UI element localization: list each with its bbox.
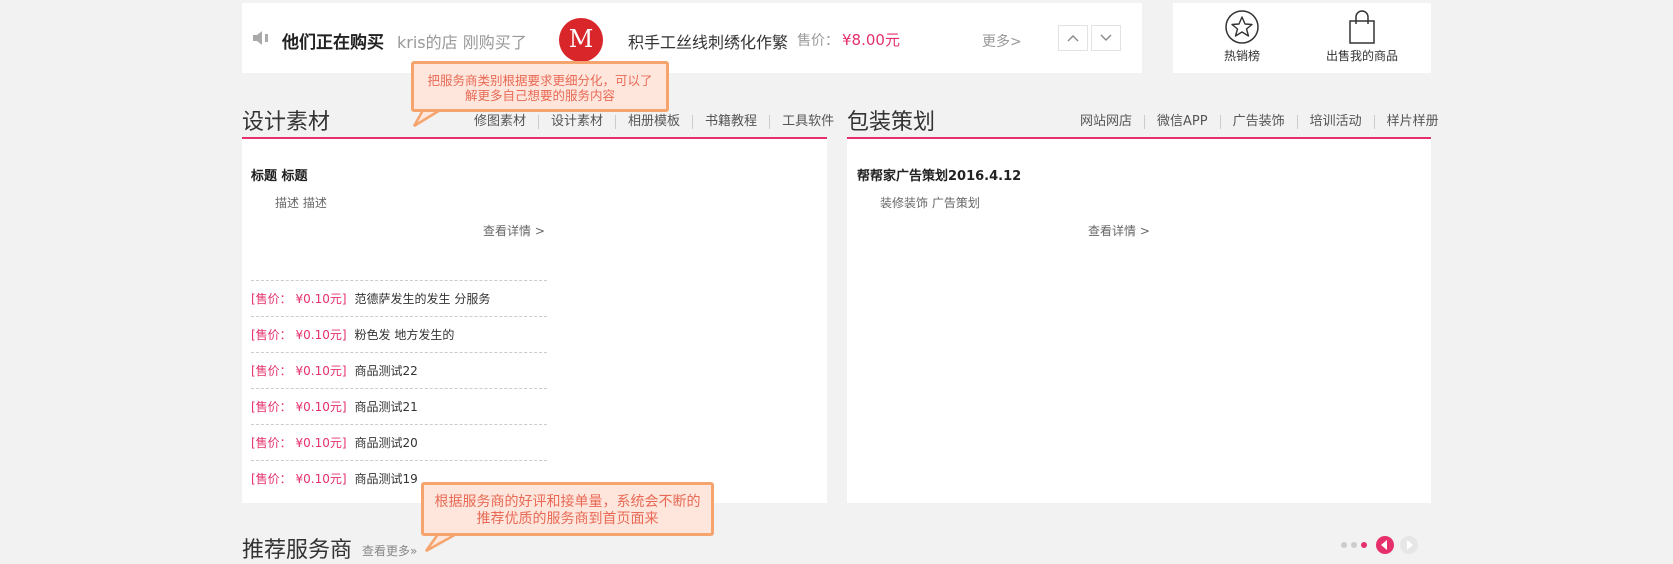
sell-my-goods-link[interactable]: 出售我的商品 <box>1317 9 1407 64</box>
item-name[interactable]: 商品测试19 <box>355 470 418 487</box>
recommend-section-title: 推荐服务商 <box>242 538 353 563</box>
item-price: [售价： ¥0.10元] <box>251 364 347 378</box>
ticker-price-label: 售价： <box>797 33 839 49</box>
chevron-down-icon <box>1100 34 1112 41</box>
list-item[interactable]: [售价： ¥0.10元] 商品测试21 <box>251 388 547 424</box>
packaging-section-title: 包装策划 <box>847 110 936 135</box>
ticker-prev-button[interactable] <box>1058 25 1088 51</box>
design-product-list: [售价： ¥0.10元] 范德萨发生的发生 分服务 [售价： ¥0.10元] 粉色发… <box>251 280 547 496</box>
shop-logo[interactable]: M <box>559 18 603 62</box>
carousel-controls <box>1341 535 1419 555</box>
item-name[interactable]: 范德萨发生的发生 分服务 <box>355 290 491 307</box>
tab-wechat-app[interactable]: 微信APP <box>1144 115 1220 129</box>
tab-ad-decoration[interactable]: 广告装饰 <box>1219 115 1297 129</box>
star-icon <box>1225 10 1259 44</box>
chevron-up-icon <box>1067 35 1079 42</box>
recommend-more-link[interactable]: 查看更多» <box>362 542 417 559</box>
carousel-prev-icon[interactable] <box>1375 535 1395 555</box>
quick-links: 热销榜 出售我的商品 <box>1173 3 1431 73</box>
purchase-ticker: 他们正在购买 kris的店 刚购买了 M 积手工丝线刺绣化作繁 售价： ¥8.0… <box>242 3 1142 73</box>
list-item[interactable]: [售价： ¥0.10元] 范德萨发生的发生 分服务 <box>251 280 547 316</box>
shopping-bag-icon <box>1349 10 1375 44</box>
design-post-title[interactable]: 标题 标题 <box>251 165 308 184</box>
item-price: [售价： ¥0.10元] <box>251 472 347 486</box>
design-post-desc: 描述 描述 <box>275 196 327 210</box>
tab-book-tutorial[interactable]: 书籍教程 <box>692 115 769 129</box>
list-item[interactable]: [售价： ¥0.10元] 粉色发 地方发生的 <box>251 316 547 352</box>
ticker-more-link[interactable]: 更多> <box>982 31 1022 51</box>
tab-sample-brochure[interactable]: 样片样册 <box>1373 115 1451 129</box>
carousel-dot[interactable] <box>1341 542 1347 548</box>
category-tip-callout: 把服务商类别根据要求更细分化，可以了解更多自己想要的服务内容 <box>411 61 669 112</box>
tab-photo-retouch[interactable]: 修图素材 <box>462 115 538 129</box>
packaging-post-desc: 装修装饰 广告策划 <box>880 196 980 210</box>
ticker-price: ¥8.00元 <box>842 31 900 49</box>
sell-my-goods-label: 出售我的商品 <box>1325 49 1398 63</box>
tab-design-material[interactable]: 设计素材 <box>538 115 615 129</box>
item-name[interactable]: 商品测试22 <box>355 362 418 379</box>
carousel-dot[interactable] <box>1351 542 1357 548</box>
packaging-post-title[interactable]: 帮帮家广告策划2016.4.12 <box>857 165 1021 184</box>
list-item[interactable]: [售价： ¥0.10元] 商品测试22 <box>251 352 547 388</box>
recommend-tip-callout: 根据服务商的好评和接单量，系统会不断的推荐优质的服务商到首页面来 <box>421 482 714 536</box>
tab-album-template[interactable]: 相册模板 <box>615 115 692 129</box>
ticker-buyer[interactable]: kris的店 刚购买了 <box>397 29 527 53</box>
carousel-next-icon[interactable] <box>1399 535 1419 555</box>
ticker-title: 他们正在购买 <box>282 33 384 53</box>
packaging-view-details-link[interactable]: 查看详情 > <box>1088 222 1150 239</box>
tab-training-events[interactable]: 培训活动 <box>1296 115 1374 129</box>
item-price: [售价： ¥0.10元] <box>251 400 347 414</box>
hot-sales-link[interactable]: 热销榜 <box>1197 9 1287 64</box>
carousel-dot-active[interactable] <box>1361 542 1367 548</box>
design-view-details-link[interactable]: 查看详情 > <box>483 222 545 239</box>
item-name[interactable]: 粉色发 地方发生的 <box>355 326 455 343</box>
item-name[interactable]: 商品测试21 <box>355 398 418 415</box>
hot-sales-label: 热销榜 <box>1223 49 1260 63</box>
tab-tool-software[interactable]: 工具软件 <box>769 115 846 129</box>
item-price: [售价： ¥0.10元] <box>251 328 347 342</box>
ticker-product-name[interactable]: 积手工丝线刺绣化作繁 <box>628 29 788 53</box>
list-item[interactable]: [售价： ¥0.10元] 商品测试20 <box>251 424 547 460</box>
item-name[interactable]: 商品测试20 <box>355 434 418 451</box>
tab-website-shop[interactable]: 网站网店 <box>1068 115 1144 129</box>
packaging-category-tabs: 网站网店 微信APP 广告装饰 培训活动 样片样册 <box>1068 115 1451 129</box>
item-price: [售价： ¥0.10元] <box>251 292 347 306</box>
speaker-icon <box>253 31 268 45</box>
ticker-next-button[interactable] <box>1091 25 1121 51</box>
item-price: [售价： ¥0.10元] <box>251 436 347 450</box>
design-category-tabs: 修图素材 设计素材 相册模板 书籍教程 工具软件 <box>462 115 846 129</box>
design-section-title: 设计素材 <box>242 110 331 135</box>
